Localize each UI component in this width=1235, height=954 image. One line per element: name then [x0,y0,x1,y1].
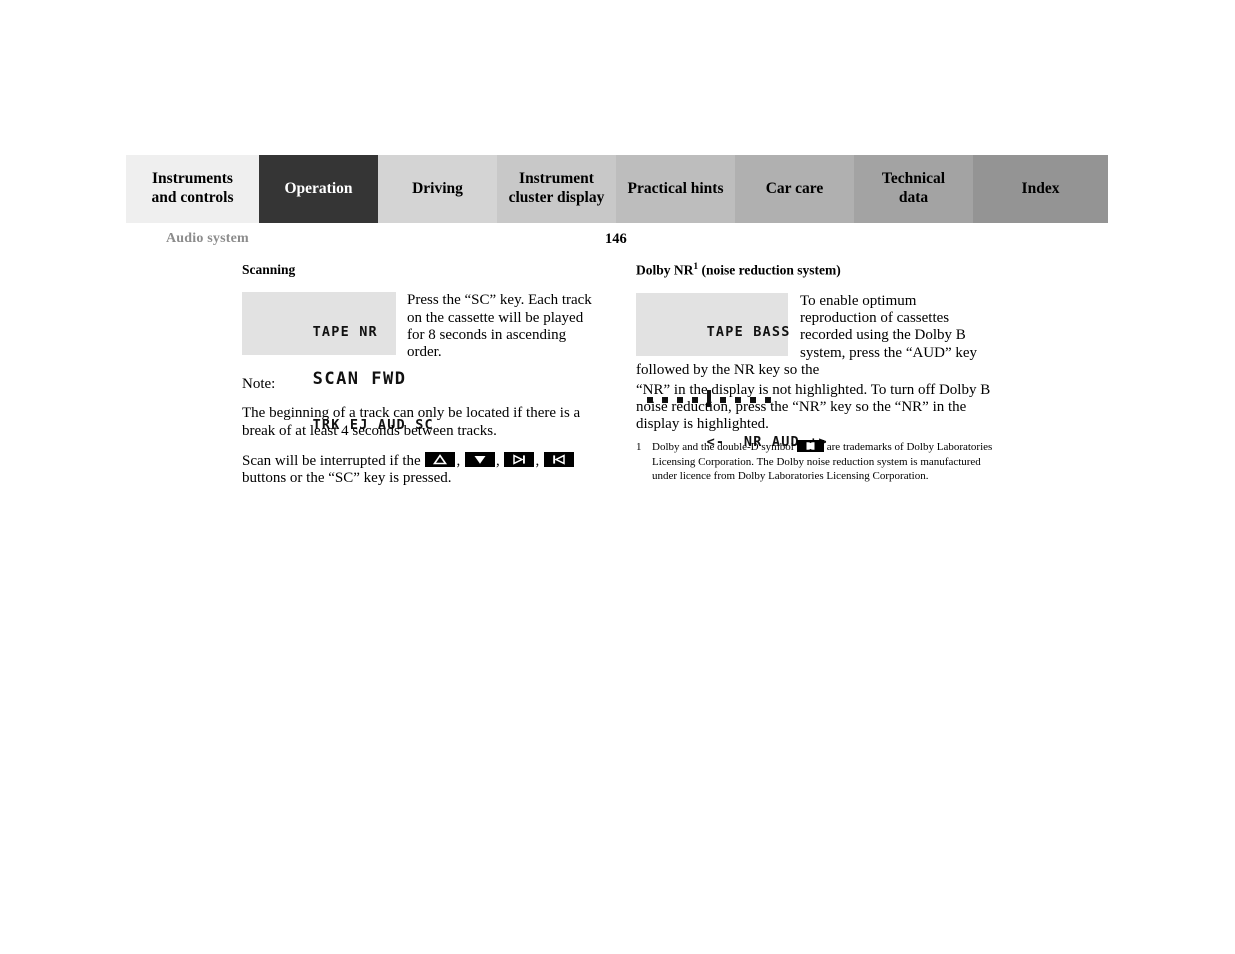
tab-label-line: and controls [151,189,234,206]
lcd-bass-level-indicator [647,389,779,409]
up-triangle-key-icon [425,451,456,467]
tab-label-line: Technical [881,170,946,188]
dolby-heading: Dolby NR1 (noise reduction system) [636,262,996,279]
dolby-heading-rest: (noise reduction system) [701,262,841,278]
tab-label: Car care [766,180,824,199]
dolby-double-d-symbol-icon [796,440,824,452]
scanning-display-row: TAPE NR SCAN FWD TRK EJ AUD SC Press the… [242,292,602,433]
scanning-heading: Scanning [242,262,296,277]
radio-lcd-display-dolby: TAPE BASS <- NR AUD +> [636,292,827,450]
chapter-tab-bar: Instruments and controls Operation Driving I… [126,155,1108,223]
tab-instrument-cluster-display[interactable]: Instrument cluster display [497,155,616,223]
tab-label: Operation [284,180,352,199]
tab-car-care[interactable]: Car care [735,155,854,223]
dolby-heading-footnote-ref: 1 [693,262,699,272]
lcd-line-source-tone: TAPE BASS [706,324,791,341]
tab-technical-data[interactable]: Technical data [854,155,973,223]
footnote-body: Dolby and the double-D symbol are tradema… [652,440,996,484]
scan-interrupt-paragraph: Scan will be interrupted if the , , , bu… [242,451,602,488]
down-triangle-key-icon [464,451,495,467]
right-column: Dolby NR1 (noise reduction system) TAPE … [636,262,996,450]
lcd-bar-marker [707,390,711,408]
footnote-marker: 1 [636,441,642,453]
tab-label-line: Car care [765,179,824,197]
page-number: 146 [605,231,627,247]
tab-driving[interactable]: Driving [378,155,497,223]
tab-label: Instruments and controls [152,170,234,207]
key-sep-3: , [535,452,543,469]
tab-operation[interactable]: Operation [259,155,378,223]
running-head: Audio system 146 [166,231,1108,249]
tab-label-line: Instruments [152,170,233,188]
lcd-line-source-mode: TAPE NR [312,323,378,340]
tab-label-line: data [898,189,929,206]
tab-label: Instrument cluster display [509,170,605,207]
tab-label-line: Index [1021,179,1060,197]
tab-label: Index [1022,180,1060,199]
next-track-key-icon [504,451,535,467]
lcd-bar-dot [720,396,726,403]
tab-label: Driving [412,180,463,199]
lcd-bar-dot [662,396,668,403]
tab-practical-hints[interactable]: Practical hints [616,155,735,223]
tab-label-line: Driving [412,179,463,197]
lcd-line-scan-status: SCAN FWD [312,368,407,389]
lcd-bar-dot [750,396,756,403]
lcd-bar-dot [647,396,653,403]
previous-track-key-icon [543,451,574,467]
tab-instruments-and-controls[interactable]: Instruments and controls [126,155,259,223]
tab-label-line: Operation [284,179,353,197]
tab-label-line: Instrument [519,170,594,188]
lcd-bar-dot [765,396,771,403]
dolby-heading-main: Dolby NR [636,262,694,278]
lcd-bar-dot [692,396,698,403]
footnote: 1 Dolby and the double-D symbol are trade… [636,440,996,484]
lcd-bar-dot [677,396,683,403]
tab-label-line: Practical hints [627,179,724,197]
section-title: Audio system [166,231,249,246]
tab-label: Technical data [882,170,945,207]
scan-interrupt-text-before: Scan will be interrupted if the [242,452,425,469]
tab-label: Practical hints [628,180,724,199]
key-sep-2: , [495,452,504,469]
left-column: Scanning TAPE NR SCAN FWD TRK EJ AUD SC … [242,262,602,500]
dolby-display-row: TAPE BASS <- NR AUD +> To enable optimum… [636,292,996,450]
radio-lcd-display-scanning: TAPE NR SCAN FWD TRK EJ AUD SC [242,292,433,433]
key-sep-1: , [456,452,464,469]
scan-interrupt-text-after: buttons or the “SC” key is pressed. [242,470,452,487]
footnote-text-before: Dolby and the double-D symbol [652,441,794,453]
lcd-bar-dot [735,396,741,403]
note-paragraph: The beginning of a track can only be loc… [242,405,581,439]
tab-label-line: cluster display [508,189,605,206]
tab-index[interactable]: Index [973,155,1108,223]
